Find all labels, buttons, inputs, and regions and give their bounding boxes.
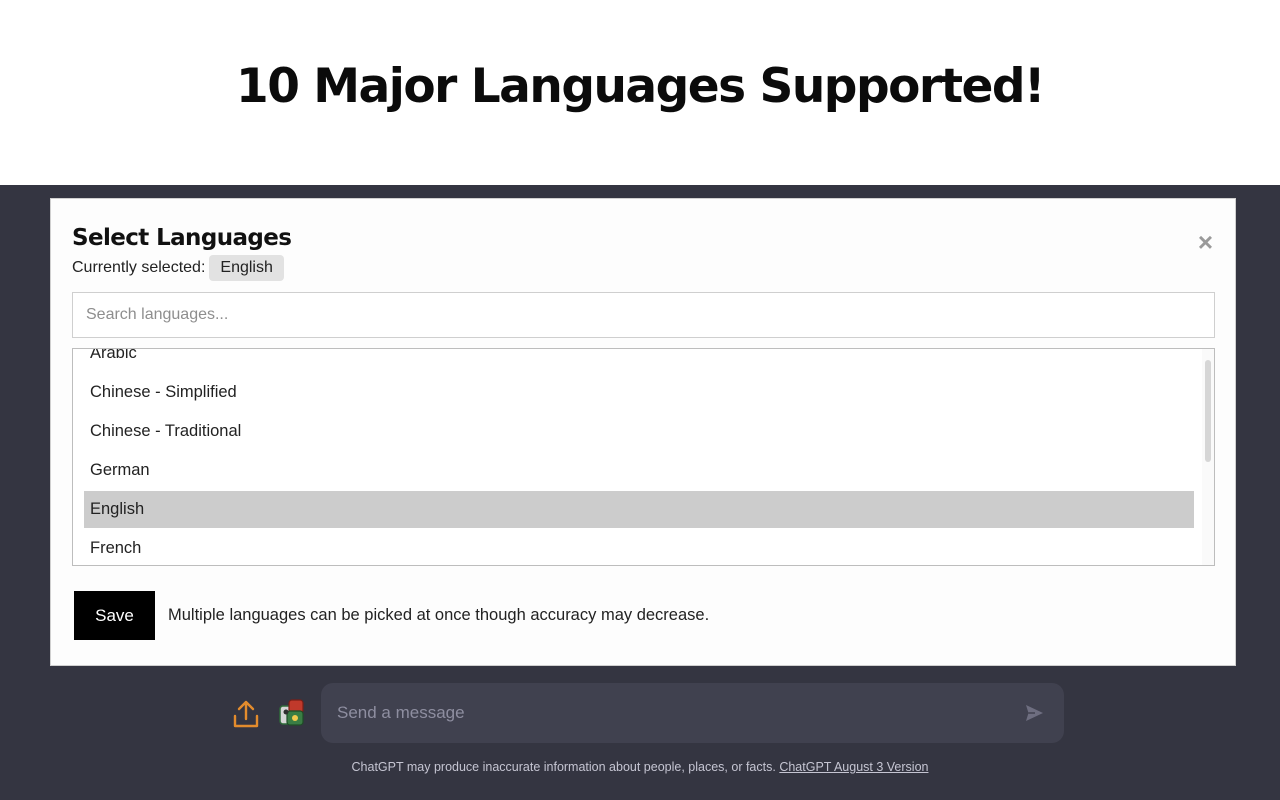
current-selection-label: Currently selected:	[72, 259, 206, 276]
banner-title: 10 Major Languages Supported!	[236, 59, 1046, 114]
language-option[interactable]: Chinese - Simplified	[84, 374, 1194, 411]
upload-icon[interactable]	[232, 699, 260, 729]
scrollbar-thumb[interactable]	[1205, 360, 1211, 462]
version-link[interactable]: ChatGPT August 3 Version	[779, 760, 928, 774]
language-option[interactable]: Arabic	[84, 349, 1194, 372]
current-selection: Currently selected: English	[72, 255, 284, 281]
chat-app: Select Languages × Currently selected: E…	[0, 185, 1280, 800]
promo-banner: 10 Major Languages Supported!	[0, 0, 1280, 185]
disclaimer-text: ChatGPT may produce inaccurate informati…	[351, 760, 776, 774]
send-icon[interactable]	[1024, 703, 1044, 723]
language-list-items: Arabic Chinese - Simplified Chinese - Trad…	[84, 349, 1194, 565]
multi-language-hint: Multiple languages can be picked at once…	[168, 606, 710, 624]
language-list-scrollbar[interactable]	[1202, 349, 1214, 565]
message-input-placeholder: Send a message	[337, 703, 465, 722]
language-option[interactable]: French	[84, 530, 1194, 565]
save-button[interactable]: Save	[74, 591, 155, 640]
language-option[interactable]: Chinese - Traditional	[84, 413, 1194, 450]
plugin-icon[interactable]	[279, 699, 305, 727]
current-language-chip: English	[209, 255, 284, 281]
chat-disclaimer: ChatGPT may produce inaccurate informati…	[0, 760, 1280, 774]
close-icon[interactable]: ×	[1198, 229, 1213, 255]
language-option[interactable]: German	[84, 452, 1194, 489]
modal-title: Select Languages	[72, 225, 292, 251]
language-list[interactable]: Arabic Chinese - Simplified Chinese - Trad…	[72, 348, 1215, 566]
language-option[interactable]: English	[84, 491, 1194, 528]
message-input[interactable]: Send a message	[321, 683, 1064, 743]
language-select-modal: Select Languages × Currently selected: E…	[50, 198, 1236, 666]
language-search-input[interactable]	[72, 292, 1215, 338]
